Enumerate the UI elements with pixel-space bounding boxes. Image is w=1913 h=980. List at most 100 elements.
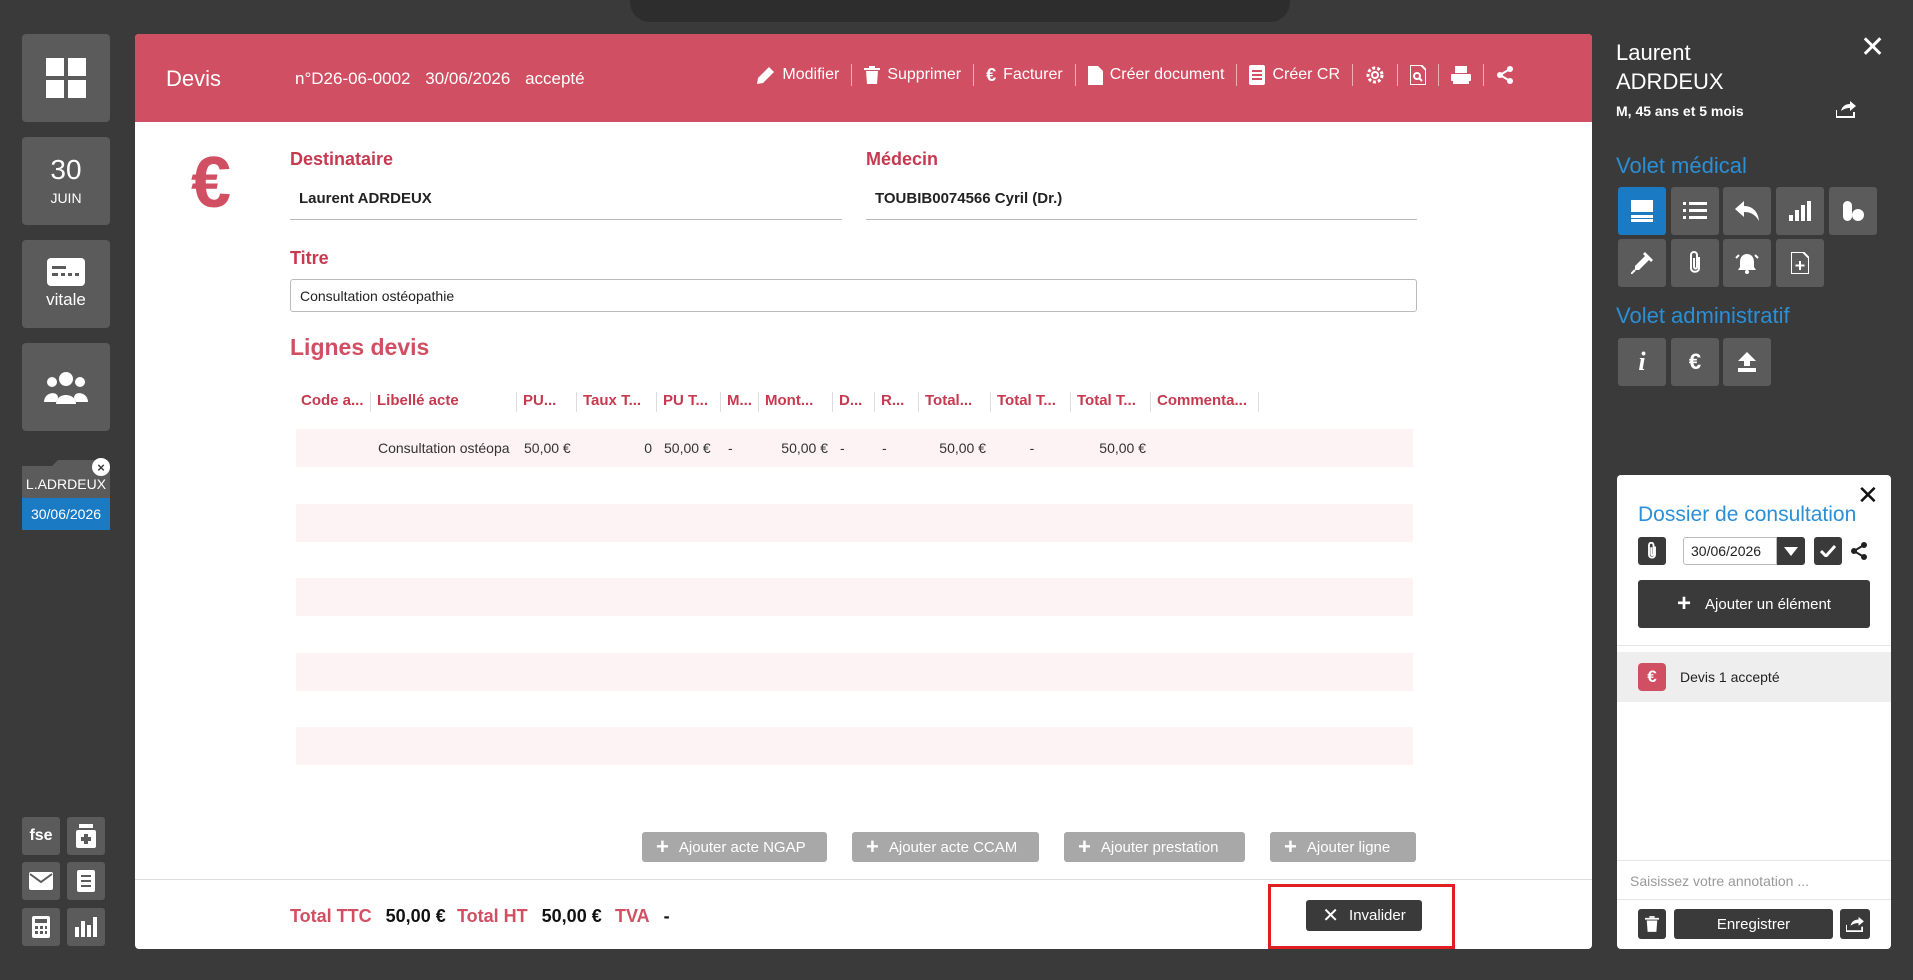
add-ngap-button[interactable]: + Ajouter acte NGAP [642,832,827,862]
settings-button[interactable] [1352,64,1397,86]
volet-chart-tile[interactable] [1776,187,1824,235]
statistics-button[interactable] [67,908,105,946]
print-button[interactable] [1438,64,1483,86]
devis-number: n°D26-06-0002 [295,69,411,88]
file-add-icon [1791,252,1809,274]
delete-annotation-button[interactable] [1638,909,1666,939]
col-m[interactable]: M... [721,392,759,412]
caret-down-icon [1784,546,1798,556]
pencil-icon [757,67,775,84]
facturer-button[interactable]: € Facturer [973,64,1075,86]
creer-document-button[interactable]: Créer document [1074,64,1237,86]
col-r[interactable]: R... [875,392,919,412]
col-total[interactable]: Total... [919,392,991,412]
agenda-day-button[interactable]: 30 JUIN [22,137,110,225]
total-tva: TVA - [615,906,670,926]
col-d[interactable]: D... [833,392,875,412]
creer-cr-button[interactable]: Créer CR [1236,64,1352,86]
titre-input[interactable]: Consultation ostéopathie [290,279,1417,312]
devis-meta: n°D26-06-0002 30/06/2026 accepté [295,69,595,89]
devis-euro-icon: € [191,143,232,223]
validate-button[interactable] [1814,537,1842,565]
volet-alerts-tile[interactable] [1723,239,1771,287]
export-annotation-button[interactable] [1840,909,1870,939]
add-ligne-button[interactable]: + Ajouter ligne [1270,832,1416,862]
volet-info-tile[interactable]: i [1618,338,1666,386]
volet-medical-title: Volet médical [1616,153,1747,178]
table-row-empty [296,578,1413,616]
pills-icon [1843,201,1864,221]
volet-medication-tile[interactable] [1829,187,1877,235]
col-pu[interactable]: PU... [517,392,577,412]
folder-date: 30/06/2026 [22,498,110,530]
documents-button[interactable] [67,862,105,900]
close-patient-panel-icon[interactable]: ✕ [1860,33,1885,63]
modifier-button[interactable]: Modifier [745,64,851,86]
volet-attachments-tile[interactable] [1671,239,1719,287]
close-folder-icon[interactable]: × [92,458,110,476]
fse-button[interactable]: fse [22,817,60,855]
volet-administratif-title: Volet administratif [1616,303,1790,328]
save-annotation-button[interactable]: Enregistrer [1674,909,1833,939]
add-prestation-button[interactable]: + Ajouter prestation [1064,832,1245,862]
group-users-icon [44,372,88,404]
agenda-month: JUIN [50,190,82,206]
volet-vaccine-tile[interactable] [1618,239,1666,287]
col-total-t1[interactable]: Total T... [991,392,1071,412]
volet-new-document-tile[interactable] [1776,239,1824,287]
table-row[interactable]: Consultation ostéopa 50,00 € 0 50,00 € -… [296,429,1413,467]
col-code[interactable]: Code a... [295,392,371,412]
open-patient-folder[interactable]: L.ADRDEUX 30/06/2026 × [22,458,110,530]
plus-icon: + [866,834,879,859]
date-dropdown-button[interactable] [1777,537,1805,565]
medecin-label: Médecin [866,149,939,169]
medical-box-icon [76,824,96,848]
col-libelle[interactable]: Libellé acte [371,392,517,412]
table-row-empty [296,504,1413,542]
volet-list-tile[interactable] [1671,187,1719,235]
vitale-label: vitale [46,290,86,309]
col-taux[interactable]: Taux T... [577,392,657,412]
dossier-item-devis[interactable]: € Devis 1 accepté [1617,652,1891,702]
volet-upload-tile[interactable] [1723,338,1771,386]
col-pu-ttc[interactable]: PU T... [657,392,721,412]
plus-icon: + [656,834,669,859]
table-row-empty [296,727,1413,765]
close-dossier-icon[interactable]: ✕ [1857,482,1879,508]
carte-vitale-button[interactable]: vitale [22,240,110,328]
destinataire-label: Destinataire [290,149,394,169]
invalider-button[interactable]: ✕ Invalider [1306,900,1422,931]
col-commentaire[interactable]: Commenta... [1151,392,1259,412]
devis-date: 30/06/2026 [425,69,511,88]
mail-button[interactable] [22,862,60,900]
destinataire-field[interactable]: Laurent ADRDEUX [290,180,842,220]
volet-billing-tile[interactable]: € [1671,338,1719,386]
preview-button[interactable] [1397,64,1438,86]
annotation-input[interactable]: Saisissez votre annotation ... [1630,873,1809,889]
table-row-empty [296,653,1413,691]
devis-modal: Devis n°D26-06-0002 30/06/2026 accepté M… [135,34,1592,949]
add-element-button[interactable]: + Ajouter un élément [1638,580,1870,628]
titre-label: Titre [290,248,329,268]
share-button[interactable] [1483,64,1526,86]
supprimer-button[interactable]: Supprimer [851,64,973,86]
dashboard-button[interactable] [22,34,110,122]
col-total-t2[interactable]: Total T... [1071,392,1151,412]
dossier-date-input[interactable]: 30/06/2026 [1683,537,1777,565]
total-ttc: Total TTC 50,00 € [290,906,446,926]
plus-icon: + [1677,590,1692,617]
attach-button[interactable] [1638,537,1666,565]
document-icon [77,870,95,892]
patients-button[interactable] [22,343,110,431]
reply-icon [1735,201,1759,221]
volet-history-tile[interactable] [1723,187,1771,235]
export-icon[interactable] [1836,100,1856,118]
calculator-button[interactable] [22,908,60,946]
share-icon[interactable] [1850,542,1868,560]
volet-synthese-tile[interactable] [1618,187,1666,235]
list-icon [1683,202,1707,219]
col-montant[interactable]: Mont... [759,392,833,412]
add-ccam-button[interactable]: + Ajouter acte CCAM [852,832,1039,862]
medical-kit-button[interactable] [67,817,105,855]
medecin-field[interactable]: TOUBIB0074566 Cyril (Dr.) [866,180,1417,220]
